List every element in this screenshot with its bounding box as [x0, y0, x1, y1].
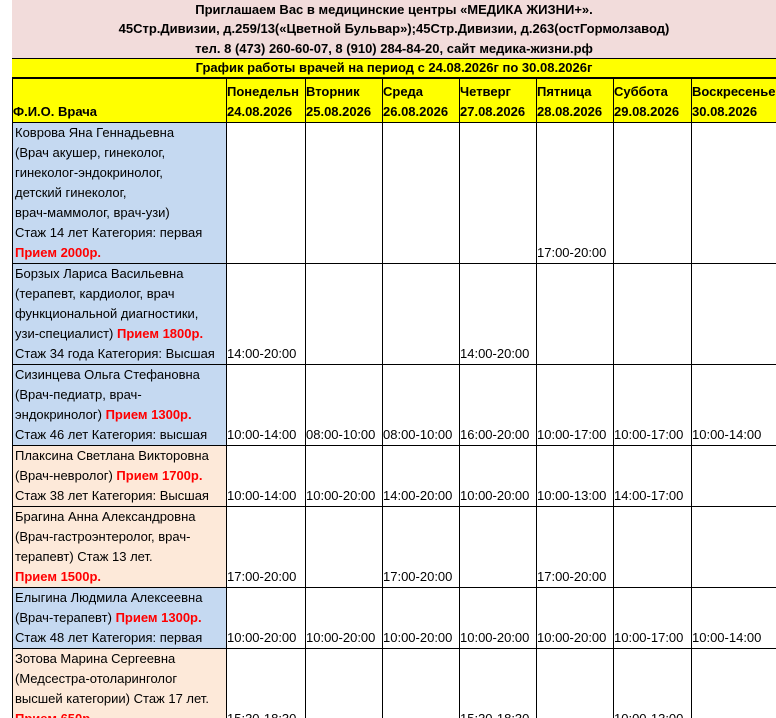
price-label: Прием 1300р. [105, 407, 192, 422]
header-invitation: Приглашаем Вас в медицинские центры «МЕД… [195, 2, 593, 17]
table-row: Брагина Анна Александровна (Врач-гастроэ… [12, 506, 776, 588]
table-row: Борзых Лариса Васильевна (терапевт, кард… [12, 263, 776, 365]
schedule-cell: 10:00-14:00 [691, 364, 776, 446]
schedule-cell: 08:00-10:00 [382, 364, 460, 446]
schedule-cell [305, 122, 383, 264]
schedule-cell: 10:00-14:00 [226, 364, 306, 446]
schedule-cell: 10:00-13:00 [613, 648, 692, 718]
schedule-cell: 16:00-20:00 [459, 364, 537, 446]
schedule-cell: 10:00-20:00 [459, 587, 537, 649]
schedule-cell [459, 122, 537, 264]
header-contacts: тел. 8 (473) 260-60-07, 8 (910) 284-84-2… [195, 41, 593, 56]
doctor-info: Борзых Лариса Васильевна (терапевт, кард… [12, 263, 227, 365]
price-label: Прием 1700р. [116, 468, 203, 483]
schedule-cell: 10:00-17:00 [536, 364, 614, 446]
schedule-cell [382, 263, 460, 365]
schedule-cell: 10:00-20:00 [226, 587, 306, 649]
schedule-cell [459, 506, 537, 588]
doctor-info: Плаксина Светлана Викторовна (Врач-невро… [12, 445, 227, 507]
schedule-cell: 10:00-14:00 [691, 587, 776, 649]
column-header-name: Ф.И.О. Врача [12, 78, 227, 123]
table-row: Плаксина Светлана Викторовна (Врач-невро… [12, 445, 776, 507]
schedule-cell [305, 263, 383, 365]
schedule-sheet: Приглашаем Вас в медицинские центры «МЕД… [0, 0, 776, 718]
schedule-cell: 10:00-20:00 [305, 587, 383, 649]
schedule-cell [613, 263, 692, 365]
schedule-cell: 10:00-20:00 [382, 587, 460, 649]
table-header-row: Ф.И.О. Врача Понедельн 24.08.2026 Вторник… [12, 78, 776, 123]
doctor-info: Зотова Марина Сергеевна (Медсестра-отола… [12, 648, 227, 718]
doctor-info: Коврова Яна Геннадьевна (Врач акушер, ги… [12, 122, 227, 264]
schedule-cell: 10:00-14:00 [226, 445, 306, 507]
schedule-cell: 14:00-20:00 [459, 263, 537, 365]
schedule-cell: 17:00-20:00 [226, 506, 306, 588]
schedule-cell [382, 122, 460, 264]
schedule-cell [691, 445, 776, 507]
price-label: Прием 2000р. [15, 245, 102, 260]
header-addresses: 45Стр.Дивизии, д.259/13(«Цветной Бульвар… [118, 21, 670, 36]
schedule-cell: 10:00-20:00 [459, 445, 537, 507]
schedule-cell [691, 506, 776, 588]
schedule-table: Ф.И.О. Врача Понедельн 24.08.2026 Вторник… [12, 78, 776, 718]
schedule-cell [613, 122, 692, 264]
clinic-header: Приглашаем Вас в медицинские центры «МЕД… [12, 0, 776, 58]
column-header-tuesday: Вторник 25.08.2026 [305, 78, 383, 123]
schedule-cell: 14:00-17:00 [613, 445, 692, 507]
schedule-cell [226, 122, 306, 264]
schedule-cell: 15:30-18:30 [459, 648, 537, 718]
schedule-cell [382, 648, 460, 718]
schedule-cell: 17:00-20:00 [536, 506, 614, 588]
schedule-cell: 14:00-20:00 [226, 263, 306, 365]
price-label: Прием 1500р. [15, 569, 102, 584]
doctor-info: Елыгина Людмила Алексеевна (Врач-терапев… [12, 587, 227, 649]
schedule-cell [536, 263, 614, 365]
schedule-period-banner: График работы врачей на период с 24.08.2… [12, 58, 776, 78]
price-label: Прием 1800р. [117, 326, 204, 341]
schedule-cell: 14:00-20:00 [382, 445, 460, 507]
schedule-cell: 17:00-20:00 [536, 122, 614, 264]
schedule-cell [691, 648, 776, 718]
schedule-cell: 08:00-10:00 [305, 364, 383, 446]
schedule-cell: 10:00-17:00 [613, 587, 692, 649]
column-header-wednesday: Среда 26.08.2026 [382, 78, 460, 123]
schedule-cell: 17:00-20:00 [382, 506, 460, 588]
table-row: Коврова Яна Геннадьевна (Врач акушер, ги… [12, 122, 776, 264]
price-label: Прием 1300р. [115, 610, 202, 625]
doctor-info: Сизинцева Ольга Стефановна (Врач-педиатр… [12, 364, 227, 446]
column-header-saturday: Суббота 29.08.2026 [613, 78, 692, 123]
schedule-cell: 10:00-20:00 [536, 587, 614, 649]
table-row: Елыгина Людмила Алексеевна (Врач-терапев… [12, 587, 776, 649]
column-header-monday: Понедельн 24.08.2026 [226, 78, 306, 123]
schedule-cell: 15:30-18:30 [226, 648, 306, 718]
schedule-cell [691, 263, 776, 365]
schedule-cell [536, 648, 614, 718]
column-header-friday: Пятница 28.08.2026 [536, 78, 614, 123]
table-row: Зотова Марина Сергеевна (Медсестра-отола… [12, 648, 776, 718]
doctor-info: Брагина Анна Александровна (Врач-гастроэ… [12, 506, 227, 588]
schedule-cell [691, 122, 776, 264]
column-header-sunday: Воскресенье 30.08.2026 [691, 78, 776, 123]
schedule-cell [305, 506, 383, 588]
table-row: Сизинцева Ольга Стефановна (Врач-педиатр… [12, 364, 776, 446]
column-header-thursday: Четверг 27.08.2026 [459, 78, 537, 123]
schedule-cell: 10:00-20:00 [305, 445, 383, 507]
schedule-cell: 10:00-17:00 [613, 364, 692, 446]
price-label: Прием 650р. [15, 709, 226, 718]
schedule-cell [613, 506, 692, 588]
schedule-cell: 10:00-13:00 [536, 445, 614, 507]
schedule-cell [305, 648, 383, 718]
